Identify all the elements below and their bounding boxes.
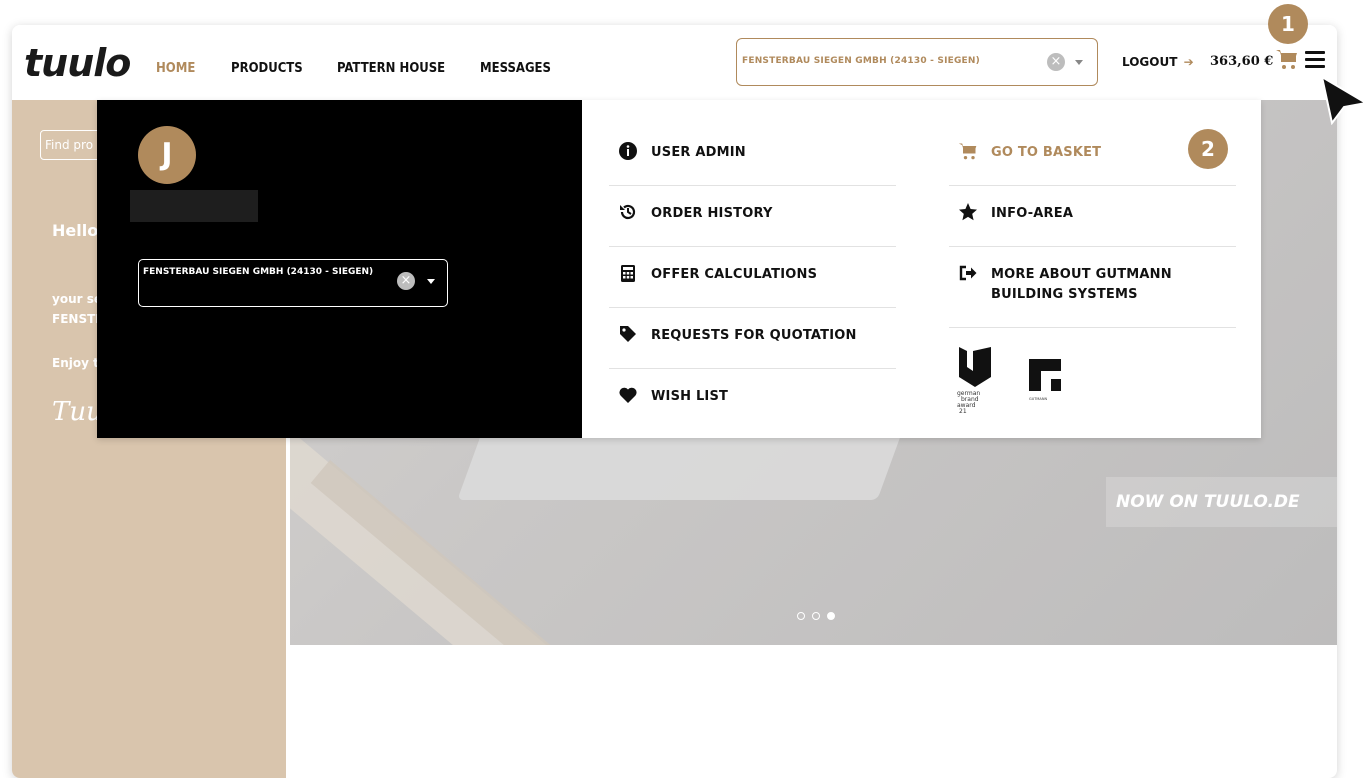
menu-item-label: USER ADMIN: [651, 145, 746, 160]
svg-text:21: 21: [959, 408, 967, 415]
calculator-icon: [621, 265, 635, 282]
history-icon: [620, 204, 636, 220]
clear-icon[interactable]: ×: [1047, 53, 1065, 71]
menu-item-offer-calculations[interactable]: OFFER CALCULATIONS: [609, 247, 896, 308]
star-icon: [959, 203, 977, 221]
menu-item-label: ORDER HISTORY: [651, 206, 773, 221]
chevron-down-icon[interactable]: [1075, 60, 1083, 65]
menu-item-label: OFFER CALCULATIONS: [651, 267, 818, 282]
menu-item-info-area[interactable]: INFO-AREA: [949, 186, 1236, 247]
svg-text:GUTMANN: GUTMANN: [1029, 397, 1047, 401]
logout-label: LOGOUT: [1122, 55, 1178, 69]
cart-icon[interactable]: [1275, 47, 1299, 71]
company-select-value: FENSTERBAU SIEGEN GMBH (24130 - SIEGEN): [742, 56, 980, 66]
nav-home[interactable]: HOME: [156, 61, 195, 76]
step-badge-1: 1: [1268, 4, 1308, 44]
chevron-down-icon[interactable]: [427, 279, 435, 284]
tag-icon: [620, 326, 636, 342]
menu-item-label: REQUESTS FOR QUOTATION: [651, 328, 857, 343]
user-panel: J FENSTERBAU SIEGEN GMBH (24130 - SIEGEN…: [97, 100, 582, 438]
logout-link[interactable]: LOGOUT ➔: [1122, 55, 1194, 69]
user-company-value: FENSTERBAU SIEGEN GMBH (24130 - SIEGEN): [143, 267, 374, 277]
menu-item-label: INFO-AREA: [991, 206, 1074, 221]
carousel-dot[interactable]: [812, 612, 821, 620]
sidebar-text-line3: Enjoy t: [52, 356, 99, 370]
menu-item-wish-list[interactable]: WISH LIST: [609, 369, 896, 430]
menu-item-label: WISH LIST: [651, 389, 729, 404]
cart-icon: [958, 143, 977, 160]
avatar: J: [138, 126, 196, 184]
user-name-redacted: [130, 190, 258, 222]
nav-messages[interactable]: MESSAGES: [480, 61, 551, 76]
hero-tagline: NOW ON TUULO.DE: [1116, 492, 1300, 512]
hamburger-menu-icon[interactable]: [1305, 51, 1325, 69]
brand-logos: german brand award 21 GUTMANN: [957, 345, 1067, 419]
step-badge-2: 2: [1188, 129, 1228, 169]
mouse-cursor-icon: [1320, 75, 1368, 125]
hero-tagline-box: NOW ON TUULO.DE: [1106, 477, 1337, 527]
menu-item-user-admin[interactable]: USER ADMIN: [609, 125, 896, 186]
tuulo-logo[interactable]: tuulo: [24, 41, 131, 85]
menu-item-requests-for-quotation[interactable]: REQUESTS FOR QUOTATION: [609, 308, 896, 369]
carousel-dot-active[interactable]: [827, 612, 836, 620]
clear-icon[interactable]: ×: [397, 272, 415, 290]
sign-out-icon: [959, 265, 977, 281]
sidebar-text-line2: FENSTI: [52, 312, 100, 326]
menu-item-label: MORE ABOUT GUTMANN BUILDING SYSTEMS: [991, 267, 1172, 302]
company-select[interactable]: FENSTERBAU SIEGEN GMBH (24130 - SIEGEN) …: [736, 38, 1098, 86]
app-window: tuulo HOME PRODUCTS PATTERN HOUSE MESSAG…: [12, 25, 1337, 778]
cart-total[interactable]: 363,60 €: [1210, 54, 1273, 69]
menu-item-more-about-gutmann[interactable]: MORE ABOUT GUTMANN BUILDING SYSTEMS: [949, 247, 1236, 328]
nav-products[interactable]: PRODUCTS: [231, 61, 303, 76]
info-icon: [619, 142, 637, 160]
menu-item-order-history[interactable]: ORDER HISTORY: [609, 186, 896, 247]
german-brand-award-logo[interactable]: german brand award 21 GUTMANN: [957, 345, 1067, 415]
carousel-dot[interactable]: [797, 612, 805, 620]
user-company-select[interactable]: FENSTERBAU SIEGEN GMBH (24130 - SIEGEN) …: [138, 259, 448, 307]
heart-icon: [619, 387, 637, 403]
logout-icon: ➔: [1183, 55, 1194, 69]
menu-column-account: USER ADMIN ORDER HISTORY OFFER CALCULATI…: [609, 125, 896, 430]
account-menu: J FENSTERBAU SIEGEN GMBH (24130 - SIEGEN…: [97, 100, 1261, 438]
top-header: tuulo HOME PRODUCTS PATTERN HOUSE MESSAG…: [12, 25, 1337, 100]
nav-pattern-house[interactable]: PATTERN HOUSE: [337, 61, 445, 76]
carousel-dots: [797, 605, 837, 624]
hero-laptop-image: [457, 430, 903, 500]
sidebar-text-line1: your se: [52, 292, 102, 306]
